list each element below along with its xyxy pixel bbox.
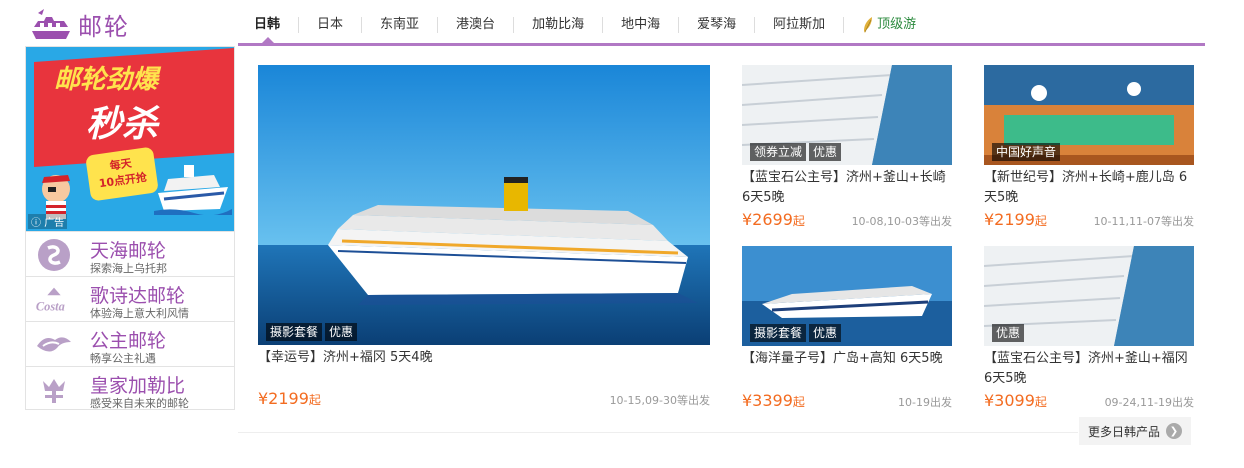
product-tag: 优惠 — [809, 143, 842, 161]
ad-info-icon: ⓘ — [31, 218, 41, 229]
product-tag: 优惠 — [809, 324, 842, 342]
product-tag: 优惠 — [992, 324, 1025, 342]
product-image — [258, 65, 710, 345]
product-departure: 10-19出发 — [898, 396, 952, 409]
product-tag: 优惠 — [325, 323, 358, 341]
ad-ship-illustration — [154, 165, 232, 215]
skysea-icon — [34, 238, 74, 272]
brand-name: 天海邮轮 — [90, 240, 167, 262]
tab-hk-macau-taiwan[interactable]: 港澳台 — [438, 17, 515, 33]
logo-title: 邮轮 — [78, 12, 130, 41]
brand-name: 皇家加勒比 — [90, 375, 186, 397]
product-tag: 摄影套餐 — [750, 324, 807, 342]
brand-royal-caribbean[interactable]: 皇家加勒比 感受来自未来的邮轮 — [26, 366, 234, 411]
tab-aegean[interactable]: 爱琴海 — [679, 17, 756, 33]
brand-skysea[interactable]: 天海邮轮 探索海上乌托邦 — [26, 231, 234, 276]
product-tags: 优惠 — [992, 324, 1025, 342]
region-tabs: 日韩 日本 东南亚 港澳台 加勒比海 地中海 爱琴海 阿拉斯加 顶级游 — [236, 14, 934, 36]
princess-icon — [34, 328, 74, 362]
product-tags: 摄影套餐 优惠 — [266, 323, 358, 341]
svg-text:Costa: Costa — [36, 299, 65, 313]
product-title[interactable]: 【海洋量子号】广岛+高知 6天5晚 — [742, 349, 952, 369]
product-card-featured[interactable]: 摄影套餐 优惠 【幸运号】济州+福冈 5天4晚 ¥2199起 10-15,09-… — [258, 65, 710, 410]
product-price: ¥2199起 — [984, 210, 1047, 229]
product-title[interactable]: 【新世纪号】济州+长崎+鹿儿岛 6天5晚 — [984, 168, 1194, 208]
product-price: ¥2699起 — [742, 210, 805, 229]
product-departure: 10-15,09-30等出发 — [609, 394, 710, 407]
product-tags: 摄影套餐 优惠 — [750, 324, 842, 342]
product-departure: 09-24,11-19出发 — [1104, 396, 1194, 409]
tab-alaska[interactable]: 阿拉斯加 — [755, 17, 845, 33]
pirate-kid-illustration — [42, 175, 70, 219]
product-departure: 10-08,10-03等出发 — [851, 215, 952, 228]
brand-desc: 感受来自未来的邮轮 — [90, 397, 189, 410]
chevron-right-icon: ❯ — [1166, 423, 1182, 439]
ad-label: ⓘ 广告 — [28, 214, 68, 229]
cruise-logo[interactable]: 邮轮 — [30, 6, 230, 42]
promo-ad-banner[interactable]: 邮轮劲爆 秒杀 每天 10点开抢 ⓘ 广告 — [26, 47, 234, 231]
costa-icon: Costa — [34, 283, 74, 317]
more-products-label: 更多日韩产品 — [1087, 424, 1160, 439]
tab-rihan[interactable]: 日韩 — [236, 17, 300, 33]
tab-southeast-asia[interactable]: 东南亚 — [362, 17, 439, 33]
product-card[interactable]: 中国好声音 【新世纪号】济州+长崎+鹿儿岛 6天5晚 ¥2199起 10-11,… — [984, 65, 1194, 230]
brand-name: 公主邮轮 — [90, 330, 167, 352]
product-card[interactable]: 优惠 【蓝宝石公主号】济州+釜山+福冈 6天5晚 ¥3099起 09-24,11… — [984, 246, 1194, 411]
tab-caribbean[interactable]: 加勒比海 — [514, 17, 604, 33]
product-tag: 摄影套餐 — [266, 323, 323, 341]
product-tag: 领券立减 — [750, 143, 807, 161]
more-products-button[interactable]: 更多日韩产品 ❯ — [1079, 417, 1191, 445]
left-column: 邮轮劲爆 秒杀 每天 10点开抢 ⓘ 广告 天海邮轮 探索海上乌托邦 Costa… — [25, 46, 235, 410]
ship-logo-icon — [32, 9, 70, 39]
product-tags: 领券立减 优惠 — [750, 143, 842, 161]
feather-icon — [864, 17, 873, 33]
product-title[interactable]: 【蓝宝石公主号】济州+釜山+长崎 6天5晚 — [742, 168, 952, 208]
active-tab-pointer — [262, 37, 274, 43]
product-price: ¥3399起 — [742, 391, 805, 410]
product-title[interactable]: 【幸运号】济州+福冈 5天4晚 — [258, 348, 710, 368]
brand-name: 歌诗达邮轮 — [90, 285, 186, 307]
product-tags: 中国好声音 — [992, 143, 1061, 161]
royal-crown-icon — [34, 373, 74, 407]
product-card[interactable]: 领券立减 优惠 【蓝宝石公主号】济州+釜山+长崎 6天5晚 ¥2699起 10-… — [742, 65, 952, 230]
ad-badge: 每天 10点开抢 — [85, 146, 159, 202]
ad-title-line2: 秒杀 — [86, 104, 159, 145]
product-price: ¥2199起 — [258, 389, 321, 408]
product-price: ¥3099起 — [984, 391, 1047, 410]
tab-mediterranean[interactable]: 地中海 — [603, 17, 680, 33]
brand-princess[interactable]: 公主邮轮 畅享公主礼遇 — [26, 321, 234, 366]
product-title[interactable]: 【蓝宝石公主号】济州+釜山+福冈 6天5晚 — [984, 349, 1194, 389]
product-card[interactable]: 摄影套餐 优惠 【海洋量子号】广岛+高知 6天5晚 ¥3399起 10-19出发 — [742, 246, 952, 411]
tab-underline — [238, 43, 1205, 46]
product-tag: 中国好声音 — [992, 143, 1061, 161]
tab-japan[interactable]: 日本 — [299, 17, 363, 33]
cruise-section: 邮轮 日韩 日本 东南亚 港澳台 加勒比海 地中海 爱琴海 阿拉斯加 顶级游 邮… — [0, 0, 1244, 468]
ad-label-text: 广告 — [44, 218, 65, 229]
tab-premium[interactable]: 顶级游 — [844, 17, 934, 33]
brand-costa[interactable]: Costa 歌诗达邮轮 体验海上意大利风情 — [26, 276, 234, 321]
brand-desc: 体验海上意大利风情 — [90, 307, 189, 320]
brand-desc: 畅享公主礼遇 — [90, 352, 156, 365]
ad-title-line1: 邮轮劲爆 — [54, 65, 159, 95]
product-departure: 10-11,11-07等出发 — [1093, 215, 1194, 228]
brand-desc: 探索海上乌托邦 — [90, 262, 167, 275]
section-divider — [238, 432, 1078, 433]
tab-premium-label: 顶级游 — [877, 17, 917, 32]
